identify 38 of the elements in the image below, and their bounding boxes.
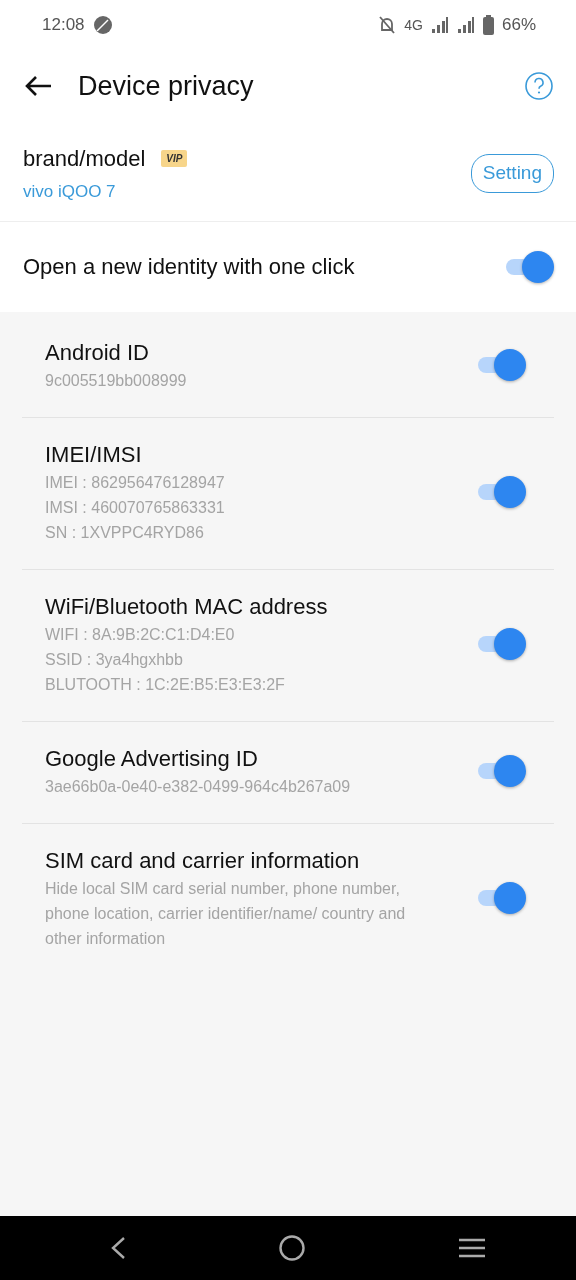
item-detail: 9c005519bb008999 xyxy=(45,370,188,391)
home-icon[interactable] xyxy=(278,1234,306,1262)
toggle-switch[interactable] xyxy=(476,881,526,915)
setting-label: Open a new identity with one click xyxy=(23,253,355,281)
item-title: WiFi/Bluetooth MAC address xyxy=(45,592,329,621)
bell-off-icon xyxy=(378,15,397,35)
item-detail: IMSI : 460070765863331 xyxy=(45,497,226,518)
back-button[interactable] xyxy=(24,75,52,97)
item-detail: IMEI : 862956476128947 xyxy=(45,472,226,493)
toggle-switch[interactable] xyxy=(504,249,554,284)
brand-model-label: brand/model xyxy=(23,145,146,173)
battery-level: 66% xyxy=(501,14,536,37)
item-detail: WIFI : 8A:9B:2C:C1:D4:E0 xyxy=(45,624,236,645)
toggle-switch[interactable] xyxy=(476,754,526,788)
setting-button[interactable]: Setting xyxy=(470,154,554,193)
menu-icon[interactable] xyxy=(458,1237,486,1259)
help-icon[interactable] xyxy=(524,71,554,101)
item-detail: SSID : 3ya4hgxhbb xyxy=(45,649,184,670)
back-icon[interactable] xyxy=(110,1236,126,1260)
battery-icon xyxy=(482,15,494,35)
item-title: SIM card and carrier information xyxy=(45,846,361,875)
item-title: Google Advertising ID xyxy=(45,744,259,773)
item-detail: 3ae66b0a-0e40-e382-0499-964c4b267a09 xyxy=(45,776,352,797)
toggle-switch[interactable] xyxy=(476,627,526,661)
signal-icon xyxy=(456,16,475,34)
item-detail: BLUTOOTH : 1C:2E:B5:E3:E3:2F xyxy=(45,674,286,695)
model-value: vivo iQOO 7 xyxy=(23,181,117,203)
page-title: Device privacy xyxy=(78,69,254,103)
item-detail: SN : 1XVPPC4RYD86 xyxy=(45,522,205,543)
signal-icon xyxy=(430,16,449,34)
item-detail: Hide local SIM card serial number, phone number, phone location, carrier identifier/name/ country and other information xyxy=(45,878,407,949)
item-title: IMEI/IMSI xyxy=(45,440,143,469)
status-time: 12:08 xyxy=(42,14,85,37)
network-type: 4G xyxy=(404,15,423,35)
item-title: Android ID xyxy=(45,338,150,367)
vip-tag: VIP xyxy=(161,150,188,167)
toggle-switch[interactable] xyxy=(476,348,526,382)
toggle-switch[interactable] xyxy=(476,475,526,509)
